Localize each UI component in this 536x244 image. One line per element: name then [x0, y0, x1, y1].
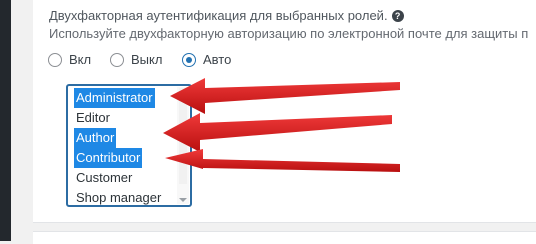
arrow-to-contributor-icon: [165, 149, 400, 172]
arrow-to-author-icon: [163, 113, 392, 152]
annotation-arrows: [163, 78, 400, 172]
arrow-to-administrator-icon: [170, 78, 400, 114]
